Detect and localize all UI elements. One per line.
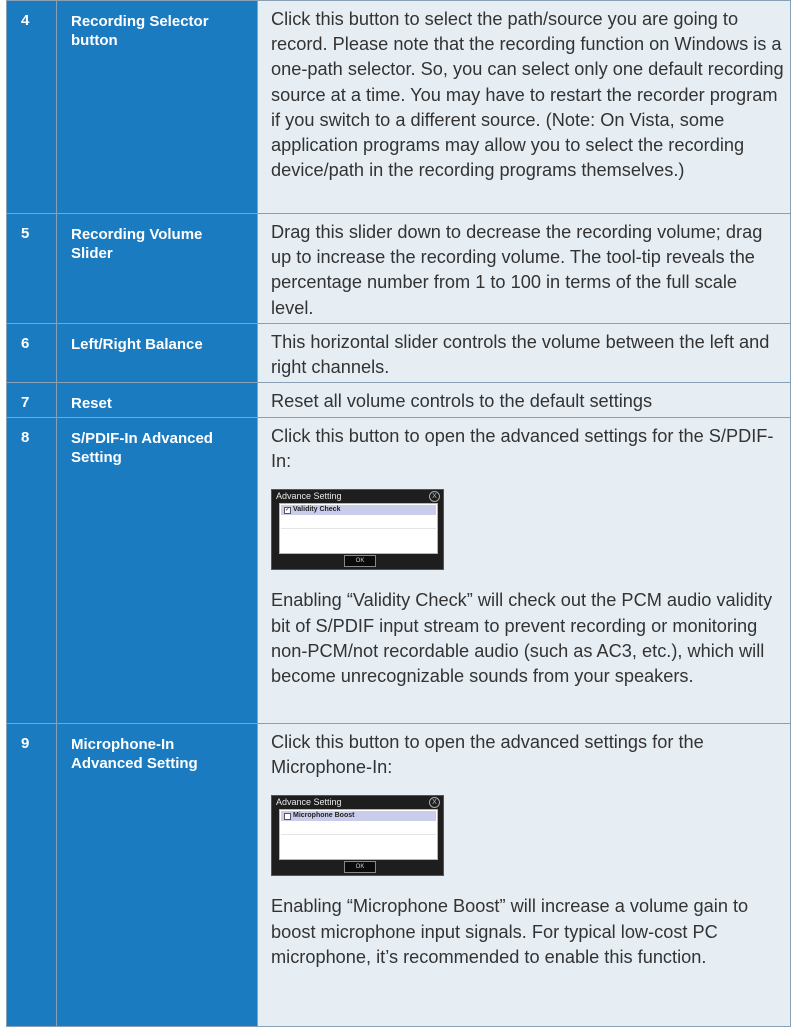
item-description: This horizontal slider controls the volu…: [257, 323, 791, 383]
item-name: Microphone-In Advanced Setting: [56, 723, 258, 1027]
table-row: 6 Left/Right Balance This horizontal sli…: [6, 323, 791, 383]
item-name: Reset: [56, 382, 258, 418]
description-text: This horizontal slider controls the volu…: [271, 332, 770, 378]
dialog-options-list: ✓ Validity Check: [279, 503, 438, 555]
ok-button[interactable]: OK: [344, 555, 376, 568]
item-description: Click this button to open the advanced s…: [257, 417, 791, 724]
row-number: 9: [6, 723, 57, 1027]
divider: [281, 528, 436, 530]
dialog-options-list: Microphone Boost: [279, 809, 438, 861]
features-table: 4 Recording Selector button Click this b…: [6, 0, 791, 1027]
close-icon[interactable]: X: [429, 797, 440, 809]
description-text: Click this button to select the path/sou…: [271, 9, 784, 181]
item-name: Recording Volume Slider: [56, 213, 258, 324]
table-row: 5 Recording Volume Slider Drag this slid…: [6, 213, 791, 324]
option-row: ✓ Validity Check: [281, 505, 436, 516]
row-number: 4: [6, 0, 57, 214]
table-row: 4 Recording Selector button Click this b…: [6, 0, 791, 214]
description-text: Click this button to open the advanced s…: [271, 732, 704, 778]
row-number: 7: [6, 382, 57, 418]
description-text-2: Enabling “Microphone Boost” will increas…: [271, 896, 749, 967]
row-number: 6: [6, 323, 57, 383]
option-label: Microphone Boost: [293, 812, 355, 820]
option-label: Validity Check: [293, 506, 341, 514]
checkbox-unchecked[interactable]: [284, 813, 291, 821]
table-row: 8 S/PDIF-In Advanced Setting Click this …: [6, 417, 791, 724]
item-description: Click this button to open the advanced s…: [257, 723, 791, 1027]
description-text: Click this button to open the advanced s…: [271, 426, 774, 472]
close-icon[interactable]: X: [429, 491, 440, 503]
row-number: 5: [6, 213, 57, 324]
divider: [281, 834, 436, 836]
item-name: S/PDIF-In Advanced Setting: [56, 417, 258, 724]
table-row: 7 Reset Reset all volume controls to the…: [6, 382, 791, 418]
item-description: Drag this slider down to decrease the re…: [257, 213, 791, 324]
item-description: Click this button to select the path/sou…: [257, 0, 791, 214]
description-text-2: Enabling “Validity Check” will check out…: [271, 590, 773, 687]
dialog-title: Advance Setting: [276, 491, 342, 502]
row-number: 8: [6, 417, 57, 724]
ok-button[interactable]: OK: [344, 861, 376, 874]
advance-setting-dialog: Advance Setting X Microphone Boost OK: [271, 795, 444, 877]
description-text: Reset all volume controls to the default…: [271, 391, 653, 411]
advance-setting-dialog: Advance Setting X ✓ Validity Check OK: [271, 489, 444, 571]
option-row: Microphone Boost: [281, 811, 436, 822]
checkbox-checked[interactable]: ✓: [284, 507, 291, 515]
item-name: Recording Selector button: [56, 0, 258, 214]
item-description: Reset all volume controls to the default…: [257, 382, 791, 418]
item-name: Left/Right Balance: [56, 323, 258, 383]
description-text: Drag this slider down to decrease the re…: [271, 222, 763, 318]
table-row: 9 Microphone-In Advanced Setting Click t…: [6, 723, 791, 1027]
dialog-title: Advance Setting: [276, 797, 342, 808]
